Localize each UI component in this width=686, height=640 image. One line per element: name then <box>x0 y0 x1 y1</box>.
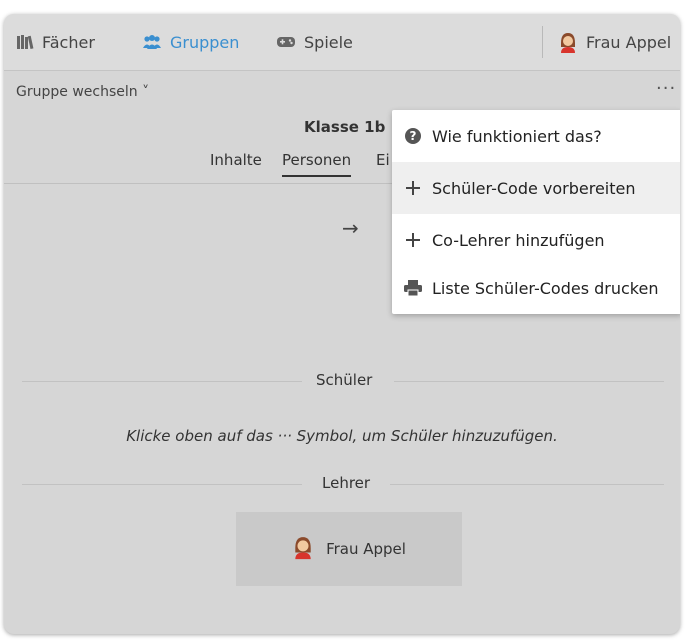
gamepad-icon <box>276 35 296 49</box>
students-empty-hint: Klicke oben auf das ··· Symbol, um Schül… <box>126 427 558 445</box>
menu-item-prepare-student-code-label: Schüler-Code vorbereiten <box>432 178 636 198</box>
group-switch-dropdown[interactable]: Gruppe wechseln ˅ <box>16 84 149 100</box>
teacher-card[interactable]: Frau Appel <box>236 512 462 586</box>
question-circle-icon: ? <box>404 127 422 145</box>
menu-item-prepare-student-code[interactable]: Schüler-Code vorbereiten <box>392 162 680 214</box>
tab-einstellungen[interactable]: Ei <box>376 151 390 169</box>
teacher-name: Frau Appel <box>326 540 406 558</box>
students-heading: Schüler <box>316 371 373 389</box>
app-window: Fächer Gruppen Spiele Frau Appel Gruppe … <box>4 14 680 634</box>
avatar-icon <box>292 534 314 564</box>
tab-personen[interactable]: Personen <box>282 151 352 177</box>
users-icon <box>142 34 162 50</box>
top-navigation: Fächer Gruppen Spiele Frau Appel <box>4 14 680 71</box>
teachers-heading: Lehrer <box>322 474 371 492</box>
menu-item-help-label: Wie funktioniert das? <box>432 126 602 146</box>
nav-spiele[interactable]: Spiele <box>276 14 353 70</box>
nav-spiele-label: Spiele <box>304 32 353 52</box>
plus-icon <box>404 233 422 247</box>
more-options-icon[interactable]: ··· <box>656 78 676 99</box>
class-title: Klasse 1b <box>304 118 386 136</box>
user-name: Frau Appel <box>586 32 672 52</box>
students-divider-right <box>394 381 664 382</box>
students-divider-left <box>22 381 302 382</box>
teachers-divider-right <box>390 484 664 485</box>
menu-item-help[interactable]: ? Wie funktioniert das? <box>392 110 680 162</box>
plus-icon <box>404 181 422 195</box>
svg-text:?: ? <box>410 129 417 143</box>
arrow-right-icon: → <box>342 216 359 240</box>
menu-item-print-codes-label: Liste Schüler-Codes drucken <box>432 278 659 298</box>
books-icon <box>16 34 34 50</box>
user-menu[interactable]: Frau Appel <box>558 14 671 70</box>
nav-gruppen-label: Gruppen <box>170 32 240 52</box>
nav-gruppen[interactable]: Gruppen <box>142 14 239 70</box>
tab-inhalte[interactable]: Inhalte <box>210 151 262 169</box>
printer-icon <box>404 280 422 296</box>
menu-item-add-co-teacher-label: Co-Lehrer hinzufügen <box>432 230 605 250</box>
menu-item-add-co-teacher[interactable]: Co-Lehrer hinzufügen <box>392 214 680 266</box>
nav-divider <box>542 26 543 58</box>
options-menu: ? Wie funktioniert das? Schüler-Code vor… <box>392 110 680 314</box>
nav-faecher[interactable]: Fächer <box>16 14 95 70</box>
menu-item-print-codes[interactable]: Liste Schüler-Codes drucken <box>392 262 680 314</box>
nav-faecher-label: Fächer <box>42 32 95 52</box>
avatar-icon <box>558 31 578 53</box>
teachers-divider-left <box>22 484 302 485</box>
